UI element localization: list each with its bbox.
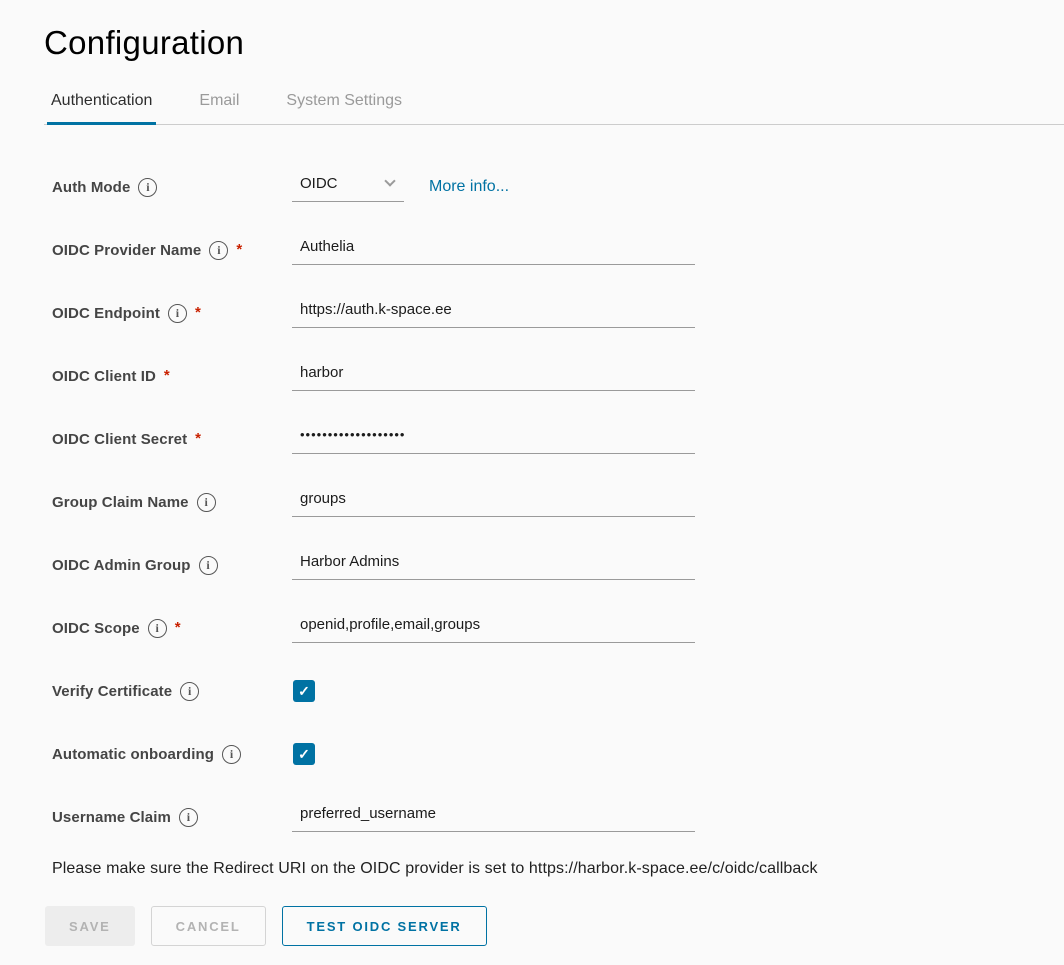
oidc-client-secret-label: OIDC Client Secret	[52, 431, 187, 448]
form-row-oidc-scope: OIDC Scope i *	[44, 608, 1064, 648]
required-marker: *	[164, 365, 170, 387]
info-icon[interactable]: i	[180, 682, 199, 701]
oidc-endpoint-label: OIDC Endpoint	[52, 305, 160, 322]
automatic-onboarding-label: Automatic onboarding	[52, 746, 214, 763]
form-row-oidc-admin-group: OIDC Admin Group i	[44, 545, 1064, 585]
group-claim-name-label: Group Claim Name	[52, 494, 189, 511]
oidc-admin-group-label: OIDC Admin Group	[52, 557, 191, 574]
oidc-provider-name-label: OIDC Provider Name	[52, 242, 201, 259]
oidc-client-secret-input[interactable]	[292, 425, 695, 454]
username-claim-input[interactable]	[292, 803, 695, 832]
auth-settings-form: Auth Mode i OIDC More info... OIDC Provi…	[44, 167, 1064, 946]
form-row-username-claim: Username Claim i	[44, 797, 1064, 837]
group-claim-name-input[interactable]	[292, 488, 695, 517]
required-marker: *	[195, 302, 201, 324]
form-row-group-claim-name: Group Claim Name i	[44, 482, 1064, 522]
tab-authentication[interactable]: Authentication	[47, 90, 156, 124]
oidc-admin-group-input[interactable]	[292, 551, 695, 580]
form-row-auth-mode: Auth Mode i OIDC More info...	[44, 167, 1064, 207]
oidc-scope-input[interactable]	[292, 614, 695, 643]
info-icon[interactable]: i	[197, 493, 216, 512]
chevron-down-icon	[384, 175, 395, 186]
oidc-client-id-label: OIDC Client ID	[52, 368, 156, 385]
form-row-oidc-endpoint: OIDC Endpoint i *	[44, 293, 1064, 333]
save-button[interactable]: SAVE	[45, 906, 135, 946]
automatic-onboarding-checkbox[interactable]: ✓	[293, 743, 315, 765]
oidc-endpoint-input[interactable]	[292, 299, 695, 328]
form-row-oidc-client-secret: OIDC Client Secret *	[44, 419, 1064, 459]
info-icon[interactable]: i	[179, 808, 198, 827]
oidc-scope-label: OIDC Scope	[52, 620, 140, 637]
tab-email[interactable]: Email	[195, 90, 243, 124]
verify-certificate-label: Verify Certificate	[52, 683, 172, 700]
form-row-oidc-provider-name: OIDC Provider Name i *	[44, 230, 1064, 270]
info-icon[interactable]: i	[148, 619, 167, 638]
page-title: Configuration	[44, 24, 1064, 62]
info-icon[interactable]: i	[168, 304, 187, 323]
auth-mode-selected-value: OIDC	[300, 175, 338, 192]
tab-system-settings[interactable]: System Settings	[282, 90, 406, 124]
redirect-uri-note: Please make sure the Redirect URI on the…	[52, 860, 1064, 878]
oidc-client-id-input[interactable]	[292, 362, 695, 391]
auth-mode-label: Auth Mode	[52, 179, 130, 196]
required-marker: *	[195, 428, 201, 450]
configuration-page: Configuration Authentication Email Syste…	[0, 0, 1064, 946]
username-claim-label: Username Claim	[52, 809, 171, 826]
verify-certificate-checkbox[interactable]: ✓	[293, 680, 315, 702]
info-icon[interactable]: i	[199, 556, 218, 575]
test-oidc-server-button[interactable]: TEST OIDC SERVER	[282, 906, 487, 946]
required-marker: *	[175, 617, 181, 639]
auth-mode-select[interactable]: OIDC	[292, 173, 404, 202]
tab-bar: Authentication Email System Settings	[44, 90, 1064, 125]
form-row-oidc-client-id: OIDC Client ID *	[44, 356, 1064, 396]
info-icon[interactable]: i	[222, 745, 241, 764]
info-icon[interactable]: i	[138, 178, 157, 197]
required-marker: *	[236, 239, 242, 261]
info-icon[interactable]: i	[209, 241, 228, 260]
cancel-button[interactable]: CANCEL	[151, 906, 266, 946]
form-row-automatic-onboarding: Automatic onboarding i ✓	[44, 734, 1064, 774]
oidc-provider-name-input[interactable]	[292, 236, 695, 265]
action-buttons: SAVE CANCEL TEST OIDC SERVER	[45, 906, 1064, 946]
form-row-verify-certificate: Verify Certificate i ✓	[44, 671, 1064, 711]
more-info-link[interactable]: More info...	[429, 178, 509, 196]
